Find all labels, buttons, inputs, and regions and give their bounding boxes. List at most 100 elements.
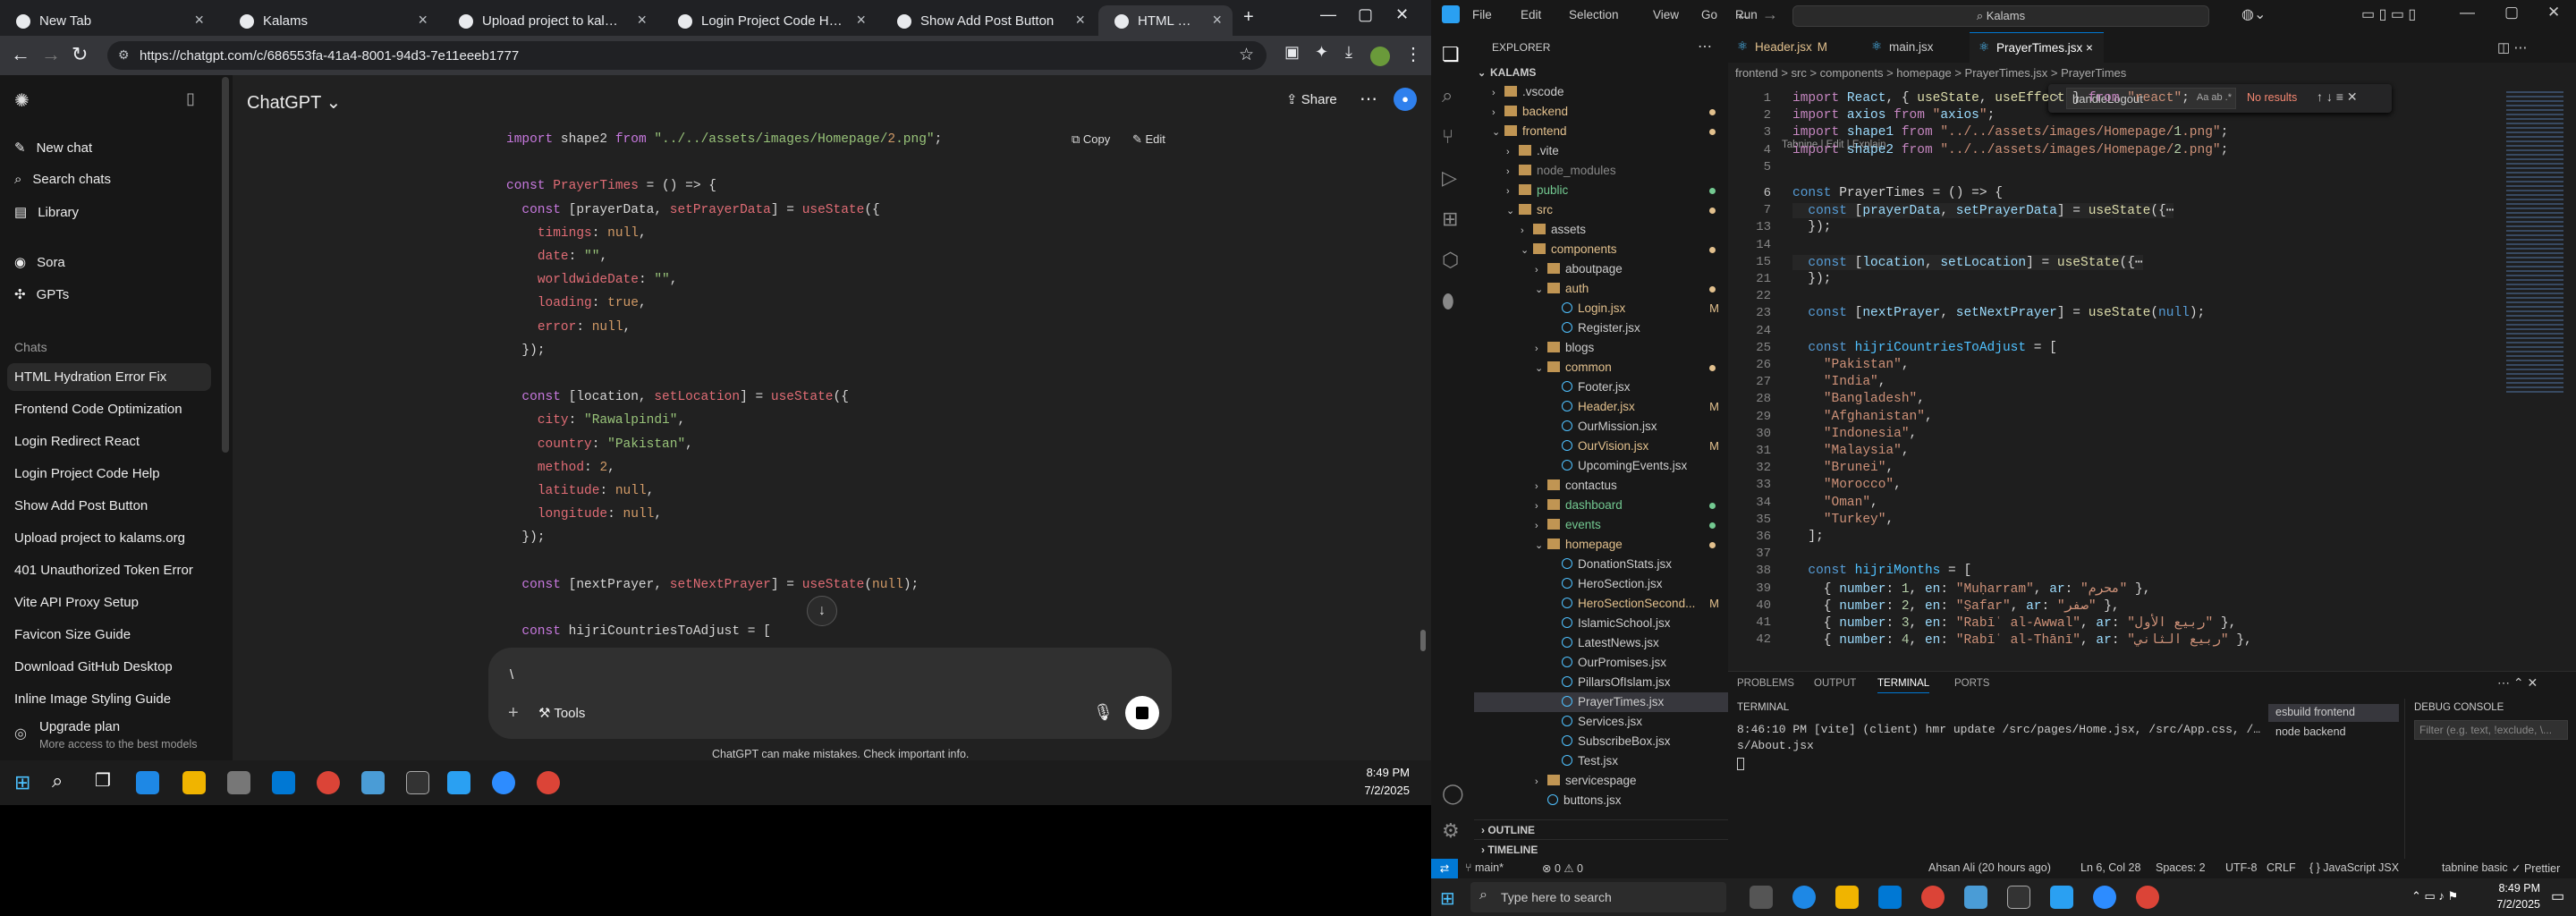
- add-attachment-icon[interactable]: +: [508, 703, 519, 724]
- minimap[interactable]: [2506, 91, 2563, 395]
- tree-file[interactable]: LatestNews.jsx: [1474, 633, 1728, 653]
- tab-close-icon[interactable]: ×: [1075, 11, 1085, 30]
- tree-file[interactable]: Header.jsx M: [1474, 397, 1728, 417]
- tree-folder[interactable]: › hooks: [1474, 810, 1728, 814]
- tree-folder[interactable]: › .vite: [1474, 141, 1728, 161]
- tree-file[interactable]: OurMission.jsx: [1474, 417, 1728, 437]
- cursor-position[interactable]: Ln 6, Col 28: [2080, 861, 2140, 874]
- command-center[interactable]: ⌕ Kalams: [1792, 5, 2209, 27]
- tree-file[interactable]: buttons.jsx: [1474, 791, 1728, 810]
- microphone-icon[interactable]: 🎙: [1093, 703, 1114, 722]
- start-icon[interactable]: ⊞: [14, 771, 30, 794]
- tree-folder[interactable]: › dashboard: [1474, 496, 1728, 515]
- sidebar-scrollbar[interactable]: [222, 77, 229, 453]
- tray-icons[interactable]: ⌃ ▭ ♪ ⚑: [2411, 889, 2458, 903]
- tree-folder[interactable]: ⌄ src: [1474, 200, 1728, 220]
- upgrade-plan[interactable]: ◎ Upgrade plan More access to the best m…: [0, 712, 233, 760]
- tree-file[interactable]: Register.jsx: [1474, 318, 1728, 338]
- terminal-instance[interactable]: esbuild frontend: [2268, 704, 2399, 722]
- tree-folder[interactable]: › .vscode: [1474, 82, 1728, 102]
- tab-close-icon[interactable]: ×: [856, 11, 866, 30]
- chat-history-item[interactable]: Login Redirect React: [7, 428, 211, 455]
- edge-icon-2[interactable]: [1792, 886, 1816, 909]
- address-bar[interactable]: ⚙ https://chatgpt.com/c/686553fa-41a4-80…: [107, 41, 1267, 70]
- more-options-icon[interactable]: ⋯: [1360, 88, 1377, 110]
- minimize-icon[interactable]: —: [1320, 5, 1336, 24]
- chat-history-item[interactable]: Frontend Code Optimization: [7, 395, 211, 423]
- copilot-icon[interactable]: ◍⌄: [2241, 5, 2266, 23]
- tree-folder[interactable]: › events: [1474, 515, 1728, 535]
- tree-file[interactable]: HeroSection.jsx: [1474, 574, 1728, 594]
- profile-avatar[interactable]: [1370, 47, 1390, 66]
- back-icon[interactable]: ←: [11, 43, 30, 66]
- code-editor[interactable]: 1 import React, { useState, useEffect } f…: [1728, 91, 2497, 658]
- explorer-icon-2[interactable]: [1835, 886, 1859, 909]
- panel-tab-terminal[interactable]: TERMINAL: [1877, 678, 1930, 693]
- tree-file[interactable]: DonationStats.jsx: [1474, 555, 1728, 574]
- chrome-tab[interactable]: Kalams ×: [224, 5, 438, 36]
- task-view-icon[interactable]: ❐: [95, 769, 111, 792]
- tabnine-icon[interactable]: ⬡: [1442, 249, 1459, 272]
- tree-folder[interactable]: ⌄ common: [1474, 358, 1728, 377]
- tabnine-status[interactable]: tabnine basic: [2442, 861, 2508, 874]
- editor-tab[interactable]: ⚛ main.jsx: [1862, 32, 1968, 63]
- panel-tab-output[interactable]: OUTPUT: [1814, 678, 1856, 689]
- timeline-section[interactable]: › TIMELINE: [1474, 839, 1728, 859]
- chat-history-item[interactable]: Login Project Code Help: [7, 460, 211, 488]
- chrome-tab[interactable]: Login Project Code Help ×: [662, 5, 877, 36]
- tree-file[interactable]: Test.jsx: [1474, 751, 1728, 771]
- chrome-icon[interactable]: [317, 771, 340, 794]
- tree-file[interactable]: IslamicSchool.jsx: [1474, 614, 1728, 633]
- run-debug-icon[interactable]: ▷: [1442, 166, 1457, 190]
- explorer-more-icon[interactable]: ⋯: [1698, 38, 1712, 55]
- tab-close-icon[interactable]: ×: [194, 11, 204, 30]
- task-view-icon-2[interactable]: [1750, 886, 1773, 909]
- zoom-icon-2[interactable]: [2093, 886, 2116, 909]
- chrome-tab[interactable]: Upload project to kalams.org ×: [443, 5, 657, 36]
- vscode-icon-2[interactable]: [2050, 886, 2073, 909]
- tree-folder[interactable]: › backend: [1474, 102, 1728, 122]
- chat-history-item[interactable]: Upload project to kalams.org: [7, 524, 211, 552]
- tree-folder[interactable]: ⌄ homepage: [1474, 535, 1728, 555]
- tab-close-icon[interactable]: ×: [418, 11, 428, 30]
- chat-history-item[interactable]: Favicon Size Guide: [7, 621, 211, 649]
- close-window-icon[interactable]: ✕: [1395, 5, 1409, 24]
- tree-folder[interactable]: › contactus: [1474, 476, 1728, 496]
- vs-close-icon[interactable]: ✕: [2547, 4, 2560, 21]
- file-explorer-icon[interactable]: [182, 771, 206, 794]
- language-status[interactable]: { } JavaScript JSX: [2309, 861, 2399, 874]
- forward-icon[interactable]: →: [41, 43, 61, 66]
- prettier-status[interactable]: ✓ Prettier: [2512, 861, 2560, 875]
- maximize-icon[interactable]: ▢: [1358, 5, 1373, 24]
- model-selector[interactable]: ChatGPT ⌄: [247, 91, 341, 114]
- tree-folder[interactable]: ⌄ frontend: [1474, 122, 1728, 141]
- search-icon[interactable]: ⌕: [52, 769, 63, 793]
- openai-logo-icon[interactable]: ✺: [14, 89, 30, 112]
- breadcrumb[interactable]: frontend > src > components > homepage >…: [1735, 66, 2126, 80]
- chat-history-item[interactable]: HTML Hydration Error Fix: [7, 363, 211, 391]
- workspace-root[interactable]: ⌄ KALAMS: [1474, 63, 1728, 82]
- terminal-icon-2[interactable]: [2007, 886, 2030, 909]
- chrome-icon-3[interactable]: [1921, 886, 1945, 909]
- extension-icon[interactable]: ▣: [1284, 43, 1300, 62]
- reload-icon[interactable]: ↻: [72, 43, 88, 66]
- tree-folder[interactable]: › blogs: [1474, 338, 1728, 358]
- sidebar-item-search-chats[interactable]: ⌕ Search chats: [14, 172, 111, 187]
- problems-status[interactable]: ⊗ 0 ⚠ 0: [1542, 861, 1583, 875]
- editor-tab[interactable]: ⚛ Header.jsx M: [1728, 32, 1860, 63]
- new-tab-icon[interactable]: +: [1243, 7, 1254, 28]
- chrome-tab[interactable]: HTML Hydration Error Fix ×: [1098, 5, 1233, 36]
- app-icon-2[interactable]: [1964, 886, 1987, 909]
- tree-file[interactable]: OurPromises.jsx: [1474, 653, 1728, 673]
- menu-file[interactable]: File: [1472, 8, 1492, 21]
- sidebar-item-library[interactable]: ▤ Library: [14, 204, 79, 220]
- tree-folder[interactable]: ⌄ auth: [1474, 279, 1728, 299]
- bookmark-star-icon[interactable]: ☆: [1239, 45, 1254, 65]
- panel-actions[interactable]: ⋯ ⌃ ✕: [2497, 675, 2538, 691]
- accounts-icon[interactable]: ◯: [1442, 782, 1464, 805]
- tree-folder[interactable]: ⌄ components: [1474, 240, 1728, 259]
- main-scrollbar[interactable]: [1420, 630, 1426, 651]
- debug-filter-input[interactable]: Filter (e.g. text, !exclude, \...: [2414, 720, 2568, 740]
- chrome-icon-2[interactable]: [537, 771, 560, 794]
- tab-close-icon[interactable]: ×: [1212, 11, 1222, 30]
